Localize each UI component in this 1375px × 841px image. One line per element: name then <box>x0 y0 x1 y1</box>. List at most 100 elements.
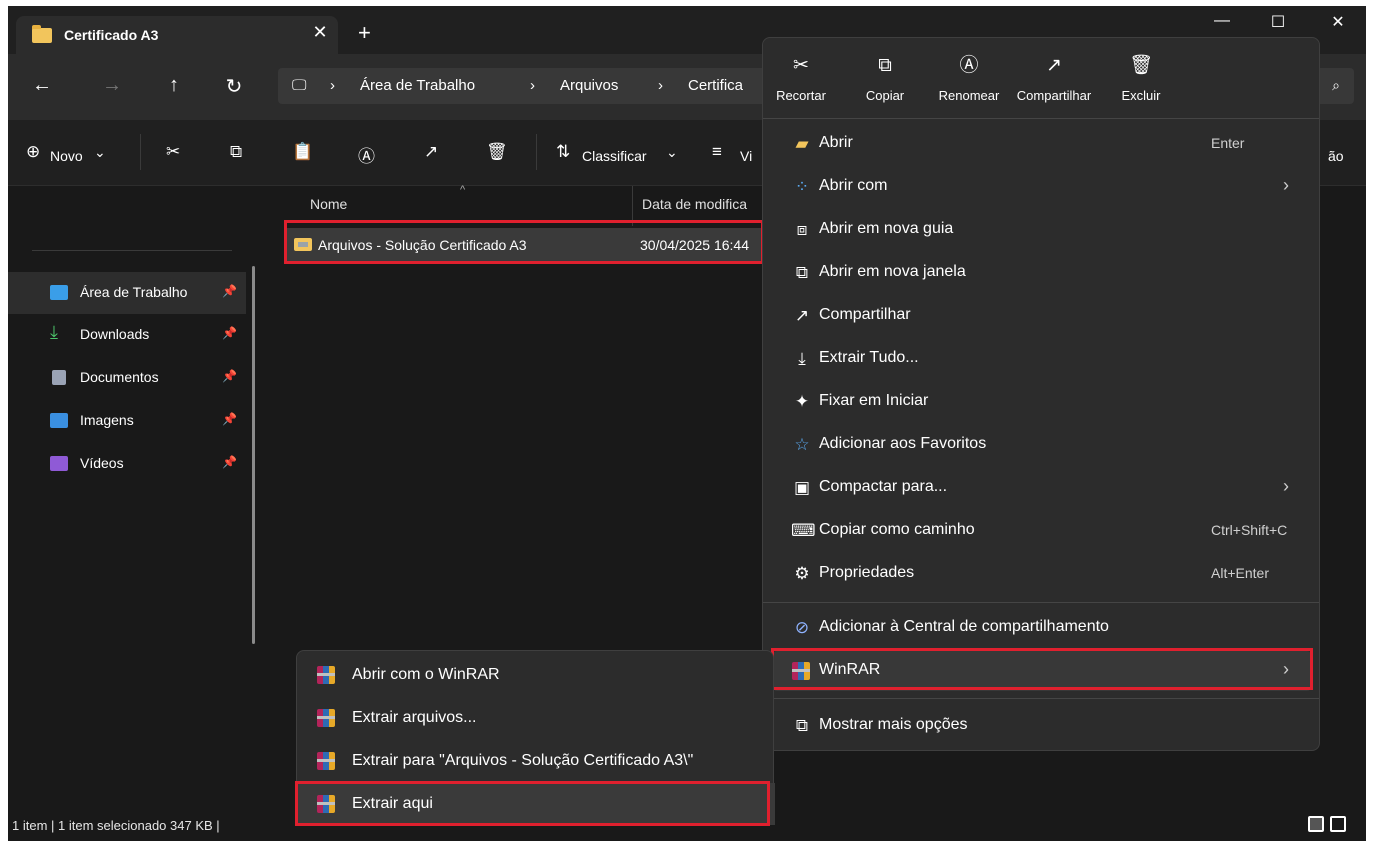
maximize-icon[interactable]: ☐ <box>1258 12 1298 32</box>
delete-button[interactable]: 🗑 Excluir <box>1113 56 1169 104</box>
rename-icon: Ⓐ <box>959 55 979 76</box>
sort-icon: ⇅ <box>556 142 571 161</box>
sidebar-item-videos[interactable]: Vídeos 📌 <box>8 443 246 485</box>
copy-path-icon: ⌨ <box>791 521 816 540</box>
star-icon: ☆ <box>794 435 810 454</box>
menu-item-compartilhar[interactable]: ↗ Compartilhar <box>773 296 1311 336</box>
sidebar-item-label: Downloads <box>80 326 150 342</box>
close-tab-icon[interactable]: ✕ <box>308 22 332 43</box>
refresh-icon[interactable]: ↻ <box>220 74 248 99</box>
menu-item-abrir-com[interactable]: ⁘ Abrir com › <box>773 167 1311 207</box>
share-button[interactable]: ↗ Compartilhar <box>1007 55 1101 104</box>
toolbar-divider <box>140 134 141 170</box>
menu-item-abrir-nova-janela[interactable]: ⧉ Abrir em nova janela <box>773 253 1311 293</box>
delete-icon[interactable]: 🗑 <box>486 142 508 162</box>
menu-divider <box>763 698 1319 699</box>
sidebar-scrollbar[interactable] <box>252 266 255 644</box>
pin-icon[interactable]: 📌 <box>222 326 237 340</box>
column-header-date[interactable]: Data de modifica <box>642 196 747 212</box>
breadcrumb-area-de-trabalho[interactable]: Área de Trabalho <box>360 77 475 94</box>
cut-icon: ✂ <box>793 55 809 76</box>
desktop-icon <box>50 285 68 300</box>
cut-button[interactable]: ✂ Recortar <box>773 55 829 104</box>
menu-item-fixar-iniciar[interactable]: ✦ Fixar em Iniciar <box>773 382 1311 422</box>
rename-icon[interactable]: Ⓐ <box>358 142 375 167</box>
extract-all-icon: ⤓ <box>798 349 806 368</box>
minimize-icon[interactable]: — <box>1202 12 1242 30</box>
rename-button[interactable]: Ⓐ Renomear <box>929 55 1009 104</box>
menu-item-propriedades[interactable]: ⚙ Propriedades Alt+Enter <box>773 554 1311 594</box>
menu-item-copiar-caminho[interactable]: ⌨ Copiar como caminho Ctrl+Shift+C <box>773 511 1311 551</box>
sidebar-item-documentos[interactable]: Documentos 📌 <box>8 357 246 399</box>
toolbar-divider <box>536 134 537 170</box>
shortcut-text: Enter <box>1211 135 1245 151</box>
share-icon: ↗ <box>1046 55 1062 76</box>
breadcrumb-sep: › <box>330 77 335 94</box>
new-tab-icon[interactable]: + <box>358 22 371 44</box>
sort-button[interactable]: Classificar <box>582 148 647 164</box>
copy-button[interactable]: ⧉ Copiar <box>857 56 913 104</box>
properties-icon: ⚙ <box>794 564 810 583</box>
submenu-item-abrir-winrar[interactable]: Abrir com o WinRAR <box>297 654 775 696</box>
folder-icon <box>32 25 52 43</box>
sidebar-item-imagens[interactable]: Imagens 📌 <box>8 400 246 442</box>
winrar-highlight-box <box>771 648 1313 690</box>
menu-item-abrir-nova-guia[interactable]: ⧈ Abrir em nova guia <box>773 210 1311 250</box>
forward-icon[interactable]: → <box>98 74 126 97</box>
pin-icon[interactable]: 📌 <box>222 369 237 383</box>
menu-item-favoritos[interactable]: ☆ Adicionar aos Favoritos <box>773 425 1311 465</box>
sidebar-item-label: Área de Trabalho <box>80 284 188 300</box>
share-icon[interactable]: ↗ <box>424 142 438 162</box>
up-icon[interactable]: ↑ <box>160 74 188 97</box>
this-pc-icon: 🖵 <box>292 77 307 94</box>
status-text: 1 item | 1 item selecionado 347 KB | <box>12 818 220 833</box>
compress-icon: ▣ <box>793 478 811 497</box>
view-button[interactable]: Vi <box>740 148 752 164</box>
context-menu: ✂ Recortar ⧉ Copiar Ⓐ Renomear ↗ Compart… <box>762 37 1320 751</box>
video-icon <box>50 456 68 471</box>
tiles-view-icon[interactable] <box>1330 816 1346 832</box>
chevron-right-icon: › <box>1283 476 1289 496</box>
download-icon: ⤓ <box>50 322 58 342</box>
sidebar-item-label: Imagens <box>80 412 134 428</box>
pin-icon[interactable]: 📌 <box>222 455 237 469</box>
view-icon: ≡ <box>712 142 722 161</box>
column-header-name[interactable]: Nome <box>310 196 347 212</box>
back-icon[interactable]: ← <box>28 74 56 97</box>
extract-here-highlight-box <box>295 781 770 826</box>
sidebar-item-area-de-trabalho[interactable]: Área de Trabalho 📌 <box>8 272 246 314</box>
menu-divider <box>763 602 1319 603</box>
share-icon: ↗ <box>794 306 810 325</box>
details-pane-button[interactable]: ão <box>1328 148 1344 164</box>
breadcrumb-arquivos[interactable]: Arquivos <box>560 77 618 94</box>
chevron-right-icon: › <box>1283 175 1289 195</box>
search-icon: ⌕ <box>1332 77 1340 93</box>
sidebar-item-downloads[interactable]: ⤓ Downloads 📌 <box>8 314 246 356</box>
open-folder-icon: ▰ <box>795 134 809 153</box>
sidebar-divider <box>32 250 232 251</box>
menu-item-central-compartilhamento[interactable]: ⊘ Adicionar à Central de compartilhament… <box>773 608 1311 648</box>
menu-item-compactar-para[interactable]: ▣ Compactar para... › <box>773 468 1311 508</box>
menu-item-abrir[interactable]: ▰ Abrir Enter <box>773 124 1311 164</box>
winrar-icon <box>317 752 335 770</box>
paste-icon[interactable]: 📋 <box>292 142 313 162</box>
details-view-icon[interactable] <box>1308 816 1324 832</box>
tab-title: Certificado A3 <box>64 27 159 43</box>
shortcut-text: Alt+Enter <box>1211 565 1269 581</box>
new-button[interactable]: Novo <box>50 148 83 164</box>
document-icon <box>52 370 66 385</box>
menu-item-extrair-tudo[interactable]: ⤓ Extrair Tudo... <box>773 339 1311 379</box>
submenu-item-extrair-para[interactable]: Extrair para "Arquivos - Solução Certifi… <box>297 740 775 782</box>
menu-item-mais-opcoes[interactable]: ⧉ Mostrar mais opções <box>773 706 1311 746</box>
close-window-icon[interactable]: ✕ <box>1318 12 1358 32</box>
tab-certificado-a3[interactable]: Certificado A3 ✕ <box>16 16 338 54</box>
open-with-icon: ⁘ <box>794 177 810 196</box>
share-hub-icon: ⊘ <box>794 618 810 637</box>
cut-icon[interactable]: ✂ <box>166 142 180 162</box>
more-options-icon: ⧉ <box>795 716 809 735</box>
pin-icon[interactable]: 📌 <box>222 412 237 426</box>
breadcrumb-certificado[interactable]: Certifica <box>688 77 743 94</box>
copy-icon[interactable]: ⧉ <box>230 142 242 162</box>
submenu-item-extrair-arquivos[interactable]: Extrair arquivos... <box>297 697 775 739</box>
pin-icon[interactable]: 📌 <box>222 284 237 298</box>
